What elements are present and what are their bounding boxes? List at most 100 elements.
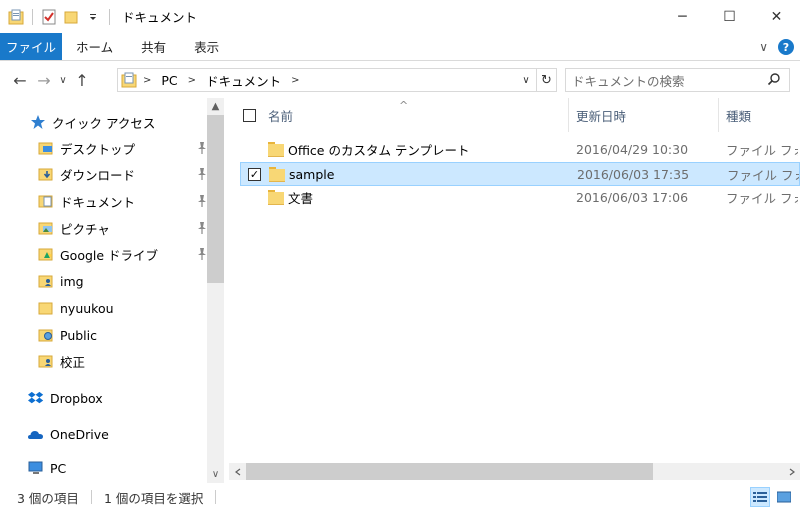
nav-item[interactable]: Google ドライブ [38,242,208,266]
horizontal-scrollbar-thumb[interactable] [246,463,653,480]
documents-location-icon [121,72,137,88]
nav-item[interactable]: ドキュメント [38,189,208,213]
row-checkbox[interactable]: ✓ [248,163,261,185]
maximize-button[interactable]: ☐ [706,0,753,33]
toolbar-separator [32,8,33,25]
search-placeholder: ドキュメントの検索 [572,73,685,89]
properties-icon[interactable] [41,9,57,25]
tab-home[interactable]: ホーム [62,33,127,60]
window-title: ドキュメント [122,10,198,25]
nav-item[interactable]: デスクトップ [38,136,208,160]
nav-item-label: ピクチャ [60,221,110,237]
column-modified[interactable]: 更新日時 [576,98,716,132]
navigation-pane: クイック アクセス デスクトップ ダウンロード ドキュメント ピクチャ Google ド… [0,98,224,483]
large-icons-view-button[interactable] [774,487,794,507]
file-row[interactable]: ✓ sample 2016/06/03 17:35 ファイル フォルダー [240,162,800,186]
file-name: sample [289,166,335,182]
expand-ribbon-icon[interactable]: ∨ [759,40,768,54]
pc-icon [28,460,44,476]
item-count: 3 個の項目 [17,490,79,506]
nav-item[interactable]: ピクチャ [38,216,208,240]
nav-item-label: img [60,273,84,289]
nav-quick-access[interactable]: クイック アクセス [30,110,235,134]
file-type: ファイル フォルダー [726,142,798,158]
nav-item[interactable]: ダウンロード [38,162,208,186]
folder-icon [268,186,284,208]
tab-view[interactable]: 表示 [180,33,233,60]
nav-scrollbar[interactable]: ▲ ∨ [207,98,224,483]
file-type: ファイル フォルダー [727,167,799,183]
status-separator [215,490,217,504]
address-bar[interactable]: > PC > ドキュメント > ∨ ↻ [117,68,557,92]
folder-icon [38,300,54,316]
star-icon [30,114,46,130]
new-folder-icon[interactable] [63,9,79,25]
file-row[interactable]: 文書 2016/06/03 17:06 ファイル フォルダー [240,186,800,210]
large-icons-view-icon [777,491,791,503]
nav-dropbox[interactable]: Dropbox [28,386,233,410]
file-list: 名前 ^ 更新日時 種類 Office のカスタム テンプレート 2016/04/… [229,98,800,483]
toolbar-separator [109,8,110,25]
nav-label: PC [50,460,67,476]
customize-toolbar-icon[interactable] [85,9,101,25]
nav-item-label: Google ドライブ [60,247,159,263]
google-drive-folder-icon [38,246,54,262]
file-row[interactable]: Office のカスタム テンプレート 2016/04/29 10:30 ファイル … [240,138,800,162]
forward-button[interactable]: → [32,68,56,92]
column-header: 名前 ^ 更新日時 種類 [229,98,800,132]
breadcrumb-documents[interactable]: ドキュメント [202,71,285,90]
recent-locations-button[interactable]: ∨ [56,68,70,92]
user-folder-icon [38,273,54,289]
file-name: 文書 [288,190,314,206]
nav-item-label: Public [60,327,97,343]
tab-file[interactable]: ファイル [0,33,62,60]
breadcrumb-separator[interactable]: > [137,75,157,86]
address-dropdown-icon[interactable]: ∨ [518,69,534,91]
nav-item-label: デスクトップ [60,141,136,157]
nav-item-label: nyuukou [60,300,114,316]
nav-onedrive[interactable]: OneDrive [28,422,233,446]
nav-pc[interactable]: PC [28,456,233,480]
scroll-right-icon[interactable] [783,463,800,480]
dropbox-icon [28,390,44,406]
back-button[interactable]: ← [8,68,32,92]
refresh-button[interactable]: ↻ [536,69,556,91]
scroll-down-icon[interactable]: ∨ [207,466,224,483]
tab-share[interactable]: 共有 [127,33,180,60]
file-type: ファイル フォルダー [726,190,798,206]
window-app-icon[interactable] [8,9,24,25]
horizontal-scrollbar[interactable] [229,463,800,480]
nav-label: OneDrive [50,426,109,442]
breadcrumb-separator[interactable]: > [285,75,305,86]
scroll-left-icon[interactable] [229,463,246,480]
search-input[interactable]: ドキュメントの検索 [565,68,790,92]
minimize-button[interactable]: ─ [659,0,706,33]
onedrive-icon [28,426,44,442]
scroll-up-icon[interactable]: ▲ [207,98,224,115]
folder-icon [268,138,284,160]
details-view-button[interactable] [750,487,770,507]
column-divider[interactable] [718,98,719,132]
search-icon[interactable] [767,72,781,89]
nav-scrollbar-thumb[interactable] [207,115,224,283]
up-button[interactable]: ↑ [70,68,94,92]
breadcrumb-separator[interactable]: > [182,75,202,86]
documents-folder-icon [38,193,54,209]
status-bar: 3 個の項目 1 個の項目を選択 [0,483,800,511]
close-button[interactable]: ✕ [753,0,800,33]
help-icon[interactable]: ? [778,39,794,55]
desktop-folder-icon [38,140,54,156]
column-type[interactable]: 種類 [726,98,800,132]
file-modified: 2016/06/03 17:35 [577,166,690,182]
column-name[interactable]: 名前 [268,98,568,132]
nav-item-label: ダウンロード [60,167,136,183]
downloads-folder-icon [38,166,54,182]
column-divider[interactable] [568,98,569,132]
nav-item-label: ドキュメント [60,194,136,210]
ribbon-tabs: ファイル ホーム 共有 表示 ∨ ? [0,33,800,61]
details-view-icon [753,492,767,502]
breadcrumb-pc[interactable]: PC [157,73,181,88]
user-folder-icon [38,353,54,369]
status-separator [90,490,92,504]
select-all-checkbox[interactable] [243,98,256,132]
